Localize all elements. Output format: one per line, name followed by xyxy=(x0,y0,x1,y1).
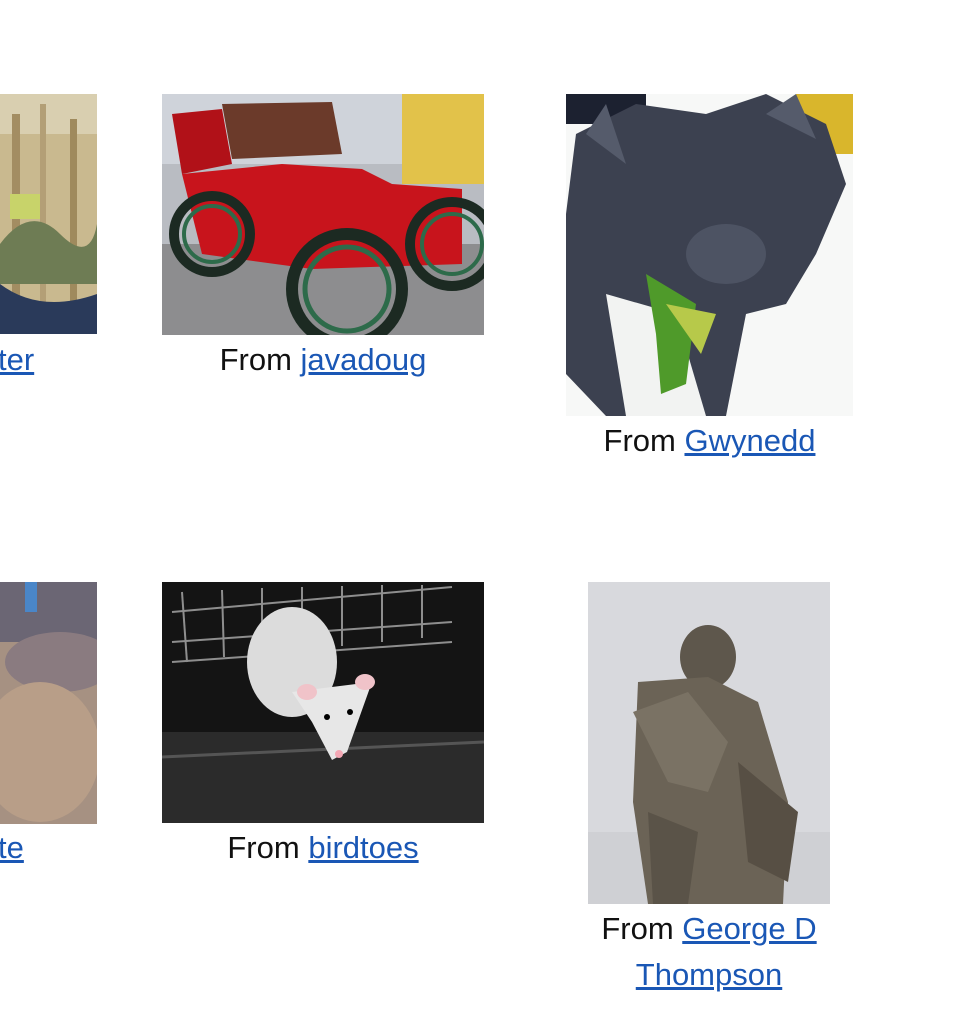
thumbnail-blurred[interactable] xyxy=(0,582,97,824)
caption-red-car: From javadoug xyxy=(162,337,484,383)
author-link-gwynedd[interactable]: Gwynedd xyxy=(684,423,815,458)
caption-prefix: From xyxy=(603,423,676,458)
caption-cat: From Gwynedd xyxy=(566,418,853,464)
thumbnail-wall-art[interactable] xyxy=(0,94,97,334)
caption-blurred: te xyxy=(0,825,24,871)
author-link-george-d-thompson[interactable]: George D xyxy=(682,911,816,946)
author-link-ter[interactable]: ter xyxy=(0,342,34,377)
caption-wall-art: ter xyxy=(0,337,34,383)
caption-prefix: From xyxy=(601,911,674,946)
thumbnail-red-car[interactable] xyxy=(162,94,484,335)
author-link-thompson[interactable]: Thompson xyxy=(568,952,850,998)
caption-statue: From George D Thompson xyxy=(568,906,850,998)
thumbnail-statue[interactable] xyxy=(588,582,830,904)
thumbnail-cat[interactable] xyxy=(566,94,853,416)
caption-prefix: From xyxy=(227,830,300,865)
caption-prefix: From xyxy=(219,342,292,377)
thumbnail-rat[interactable] xyxy=(162,582,484,823)
author-link-te[interactable]: te xyxy=(0,830,24,865)
author-link-javadoug[interactable]: javadoug xyxy=(301,342,427,377)
author-link-birdtoes[interactable]: birdtoes xyxy=(308,830,418,865)
caption-rat: From birdtoes xyxy=(162,825,484,871)
